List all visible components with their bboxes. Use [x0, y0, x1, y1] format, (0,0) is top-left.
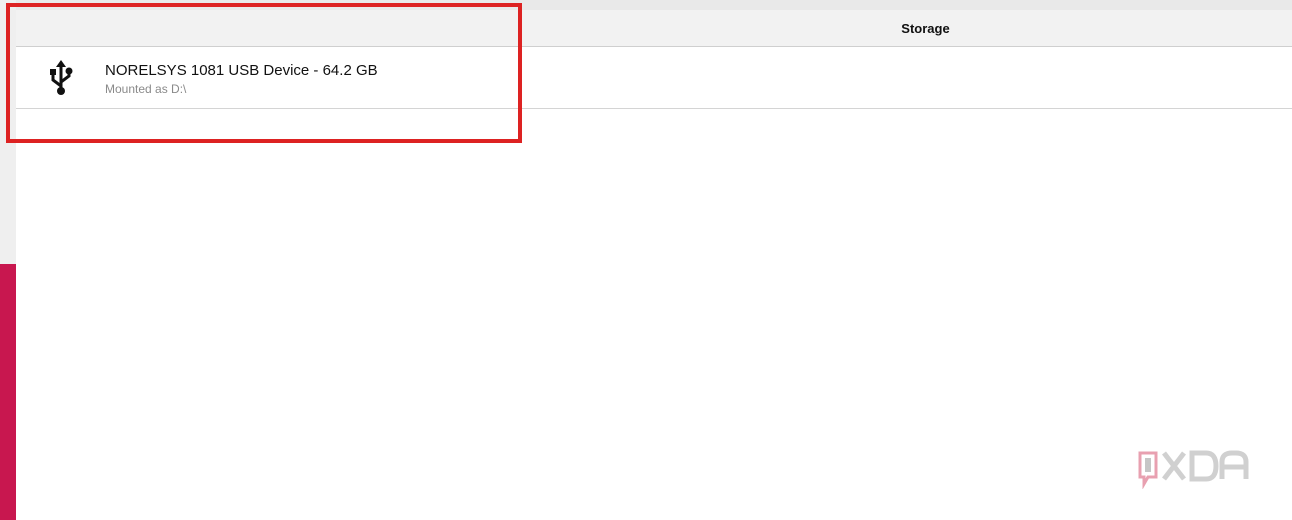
usb-device-row[interactable]: NORELSYS 1081 USB Device - 64.2 GB Mount… [16, 47, 1292, 109]
storage-window: Storage NORELSYS 1081 USB Device - 64.2 … [16, 10, 1292, 520]
storage-header: Storage [16, 10, 1292, 47]
xda-logo [1138, 450, 1249, 489]
top-strip [0, 0, 1292, 10]
storage-title: Storage [901, 21, 950, 36]
device-mount-path: Mounted as D:\ [105, 82, 187, 96]
usb-icon [50, 60, 73, 95]
accent-bar [0, 264, 16, 520]
device-name: NORELSYS 1081 USB Device - 64.2 GB [105, 62, 378, 79]
